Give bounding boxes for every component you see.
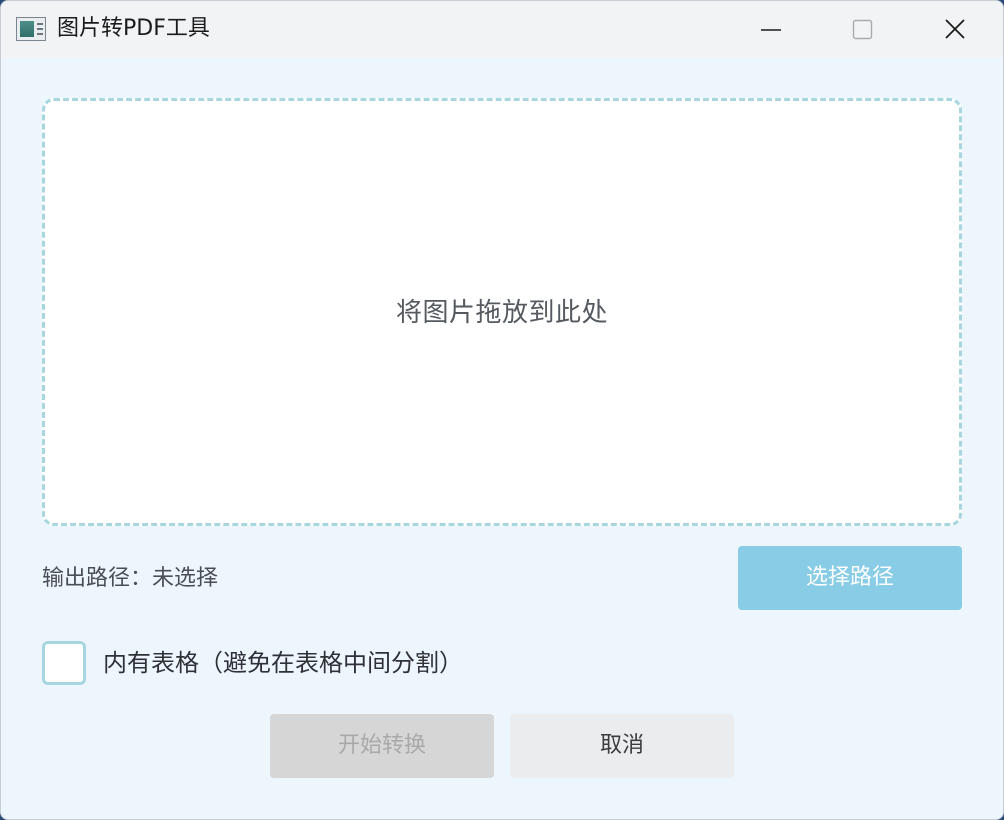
- window-title: 图片转PDF工具: [57, 16, 210, 41]
- table-checkbox[interactable]: [42, 641, 86, 685]
- start-convert-button[interactable]: 开始转换: [270, 714, 494, 778]
- app-icon-pane: [20, 21, 34, 37]
- minimize-button[interactable]: [725, 1, 817, 58]
- app-icon-line: [37, 23, 43, 25]
- app-icon: [16, 17, 46, 41]
- select-path-button[interactable]: 选择路径: [738, 546, 962, 610]
- app-icon-line: [37, 28, 43, 30]
- drop-zone-text: 将图片拖放到此处: [395, 298, 608, 328]
- close-icon: [945, 19, 965, 39]
- app-icon-line: [37, 33, 43, 35]
- title-bar[interactable]: 图片转PDF工具: [1, 1, 1003, 58]
- cancel-button[interactable]: 取消: [510, 714, 734, 778]
- table-checkbox-label[interactable]: 内有表格（避免在表格中间分割）: [103, 647, 463, 679]
- output-path-label: 输出路径：未选择: [42, 566, 219, 591]
- maximize-button[interactable]: [817, 1, 909, 58]
- maximize-icon: [852, 19, 873, 40]
- minimize-icon: [761, 29, 781, 31]
- image-drop-zone[interactable]: 将图片拖放到此处: [42, 98, 962, 526]
- app-window: 图片转PDF工具 将图片拖放到此处 输出路径：未选择 选择路径 内有表格（避免在…: [0, 0, 1004, 820]
- close-button[interactable]: [909, 1, 1001, 58]
